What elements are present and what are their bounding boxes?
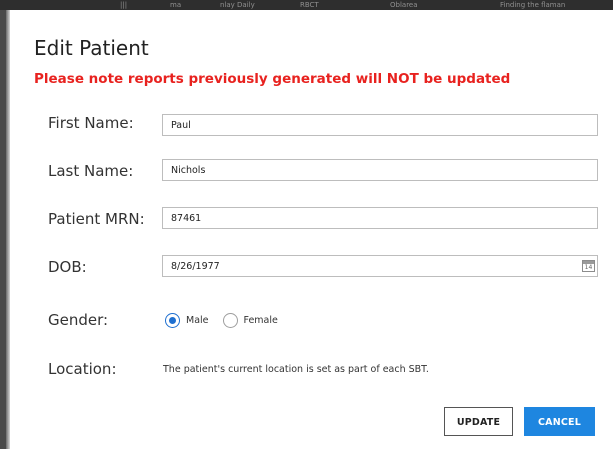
edit-patient-dialog: Edit Patient Please note reports previou… [10,10,613,449]
calendar-icon[interactable]: 14 [582,260,595,272]
first-name-label: First Name: [48,114,134,132]
gender-female-radio[interactable] [222,312,238,328]
dialog-title: Edit Patient [34,36,149,60]
background-text: Oblarea [390,1,418,9]
location-note: The patient's current location is set as… [163,364,429,375]
gender-female-label[interactable]: Female [244,315,278,326]
location-label: Location: [48,360,117,378]
screen: ||| ma nlay Daily RBCT Oblarea Finding t… [0,0,613,449]
gender-label: Gender: [48,311,109,329]
dob-label: DOB: [48,258,87,276]
calendar-day: 14 [584,264,593,271]
update-button[interactable]: UPDATE [444,407,513,436]
dob-field[interactable] [162,255,598,277]
background-text: ma [170,1,182,9]
first-name-field[interactable] [162,114,598,136]
patient-mrn-field[interactable] [162,207,598,229]
cancel-button[interactable]: CANCEL [524,407,595,436]
last-name-label: Last Name: [48,162,134,180]
background-text: ||| [120,1,128,9]
gender-radio-group: Male Female [165,312,292,328]
last-name-field[interactable] [162,159,598,181]
gender-male-label[interactable]: Male [186,315,209,326]
background-window-strip: ||| ma nlay Daily RBCT Oblarea Finding t… [0,0,613,10]
background-text: RBCT [300,1,319,9]
patient-mrn-label: Patient MRN: [48,210,145,228]
background-text: nlay Daily [220,1,255,9]
warning-message: Please note reports previously generated… [34,71,511,87]
background-window-edge [0,10,10,449]
gender-male-radio[interactable] [165,312,180,328]
background-text: Finding the flaman [500,1,566,9]
